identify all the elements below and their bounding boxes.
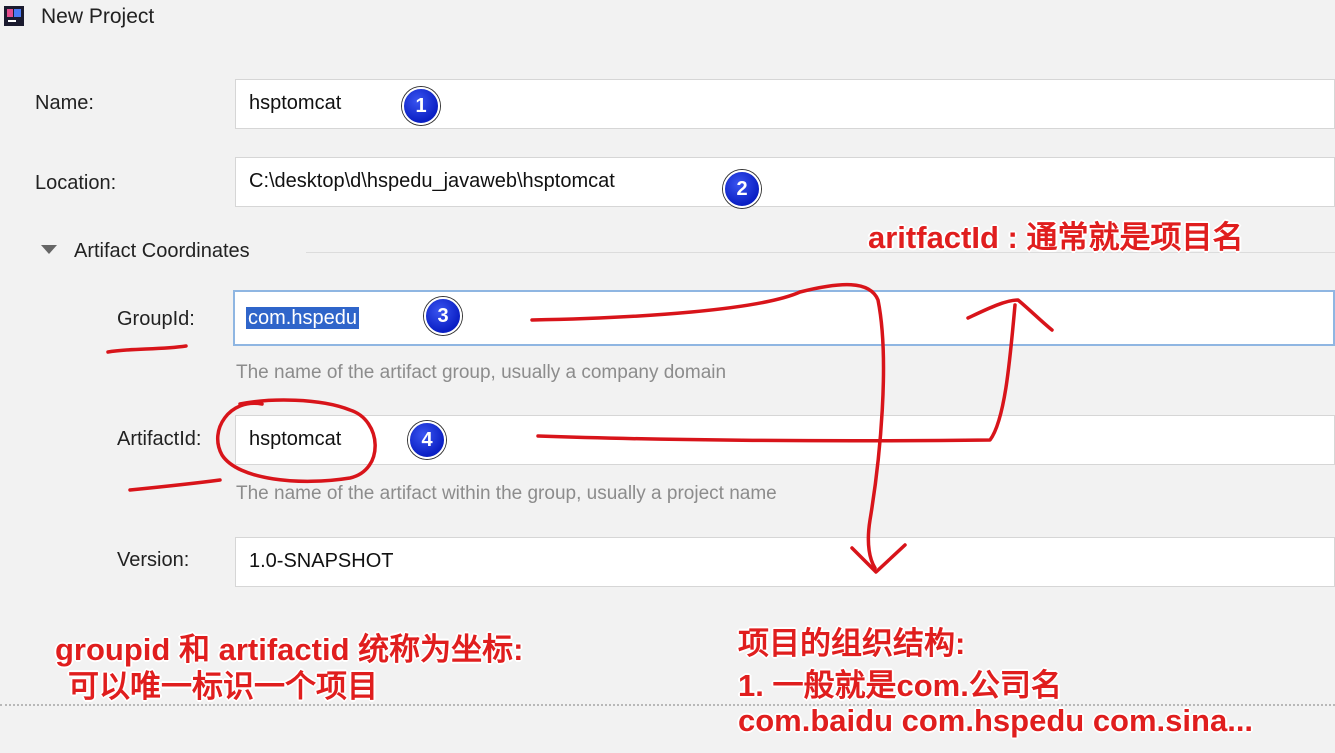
step-badge-1: 1 (402, 87, 440, 125)
location-label: Location: (35, 172, 117, 194)
groupid-label: GroupId: (117, 308, 195, 330)
structure-note-line1: 项目的组织结构: (738, 626, 966, 661)
groupid-value: com.hspedu (246, 307, 359, 329)
name-value: hsptomcat (249, 92, 342, 114)
bottom-divider (0, 704, 1335, 706)
triangle-down-icon[interactable] (41, 245, 57, 254)
version-label: Version: (117, 549, 190, 571)
location-input[interactable]: C:\desktop\d\hspedu_javaweb\hsptomcat (235, 157, 1335, 207)
artifact-id-note: aritfactId : 通常就是项目名 (868, 220, 1244, 255)
name-input[interactable]: hsptomcat (235, 79, 1335, 129)
groupid-hint: The name of the artifact group, usually … (236, 362, 727, 383)
structure-note-line2: 1. 一般就是com.公司名 (738, 668, 1062, 703)
artifactid-value: hsptomcat (249, 428, 342, 450)
name-label: Name: (35, 92, 94, 114)
step-badge-4: 4 (408, 421, 446, 459)
artifactid-label: ArtifactId: (117, 428, 202, 450)
groupid-input[interactable]: com.hspedu (233, 290, 1335, 346)
title-bar: New Project (0, 0, 1335, 38)
location-value: C:\desktop\d\hspedu_javaweb\hsptomcat (249, 170, 615, 192)
step-badge-2: 2 (723, 170, 761, 208)
coordinate-note-line2: 可以唯一标识一个项目 (68, 669, 378, 704)
artifactid-underline (128, 478, 222, 492)
version-value: 1.0-SNAPSHOT (249, 550, 394, 572)
artifactid-hint: The name of the artifact within the grou… (236, 483, 777, 504)
groupid-underline (106, 344, 188, 354)
intellij-icon (4, 6, 24, 26)
artifact-coordinates-heading[interactable]: Artifact Coordinates (74, 240, 250, 263)
step-badge-3: 3 (424, 297, 462, 335)
version-input[interactable]: 1.0-SNAPSHOT (235, 537, 1335, 587)
artifactid-input[interactable]: hsptomcat (235, 415, 1335, 465)
window-title: New Project (41, 5, 155, 28)
structure-note-line3: com.baidu com.hspedu com.sina... (738, 703, 1254, 738)
